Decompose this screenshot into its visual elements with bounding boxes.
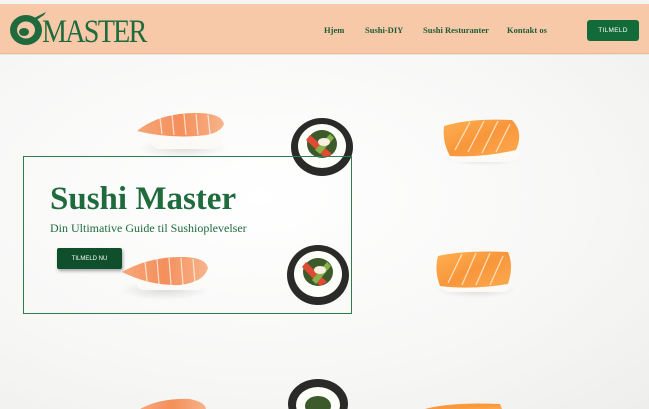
signup-now-button[interactable]: TILMELD NU (57, 248, 122, 269)
nav-link-sushi-diy[interactable]: Sushi-DIY (365, 25, 403, 35)
nav-link-hjem[interactable]: Hjem (324, 25, 344, 35)
nav-link-sushi-resturanter[interactable]: Sushi Resturanter (423, 25, 489, 35)
hero-subtitle: Din Ultimative Guide til Sushioplevelser (50, 221, 247, 235)
signup-button[interactable]: TILMELD (587, 20, 639, 41)
logo-text: MASTER (42, 14, 147, 50)
site-header: MASTER Hjem Sushi-DIY Sushi Resturanter … (0, 4, 649, 54)
hero-title: Sushi Master (50, 181, 237, 217)
site-logo[interactable]: MASTER (8, 10, 147, 50)
nav-link-kontakt-os[interactable]: Kontakt os (507, 25, 547, 35)
